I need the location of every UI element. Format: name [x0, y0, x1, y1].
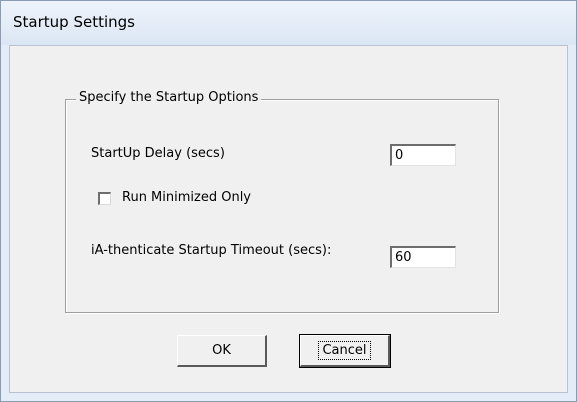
startup-timeout-input[interactable]: 60	[390, 246, 456, 268]
title-bar[interactable]: Startup Settings	[1, 1, 576, 45]
cancel-button[interactable]: Cancel	[299, 334, 391, 368]
group-legend: Specify the Startup Options	[76, 90, 262, 105]
startup-settings-dialog: Startup Settings Specify the Startup Opt…	[0, 0, 577, 402]
ok-button[interactable]: OK	[177, 335, 267, 367]
window-title: Startup Settings	[13, 13, 135, 31]
cancel-button-label: Cancel	[318, 341, 371, 360]
startup-options-group: Specify the Startup Options	[65, 90, 499, 313]
startup-delay-label: StartUp Delay (secs)	[91, 146, 225, 161]
ok-button-label: OK	[212, 343, 231, 358]
run-minimized-label[interactable]: Run Minimized Only	[122, 190, 251, 205]
dialog-body: Specify the Startup Options StartUp Dela…	[9, 45, 568, 393]
startup-timeout-label: iA-thenticate Startup Timeout (secs):	[91, 243, 332, 258]
run-minimized-checkbox[interactable]	[98, 192, 111, 205]
startup-delay-input[interactable]: 0	[390, 144, 456, 166]
